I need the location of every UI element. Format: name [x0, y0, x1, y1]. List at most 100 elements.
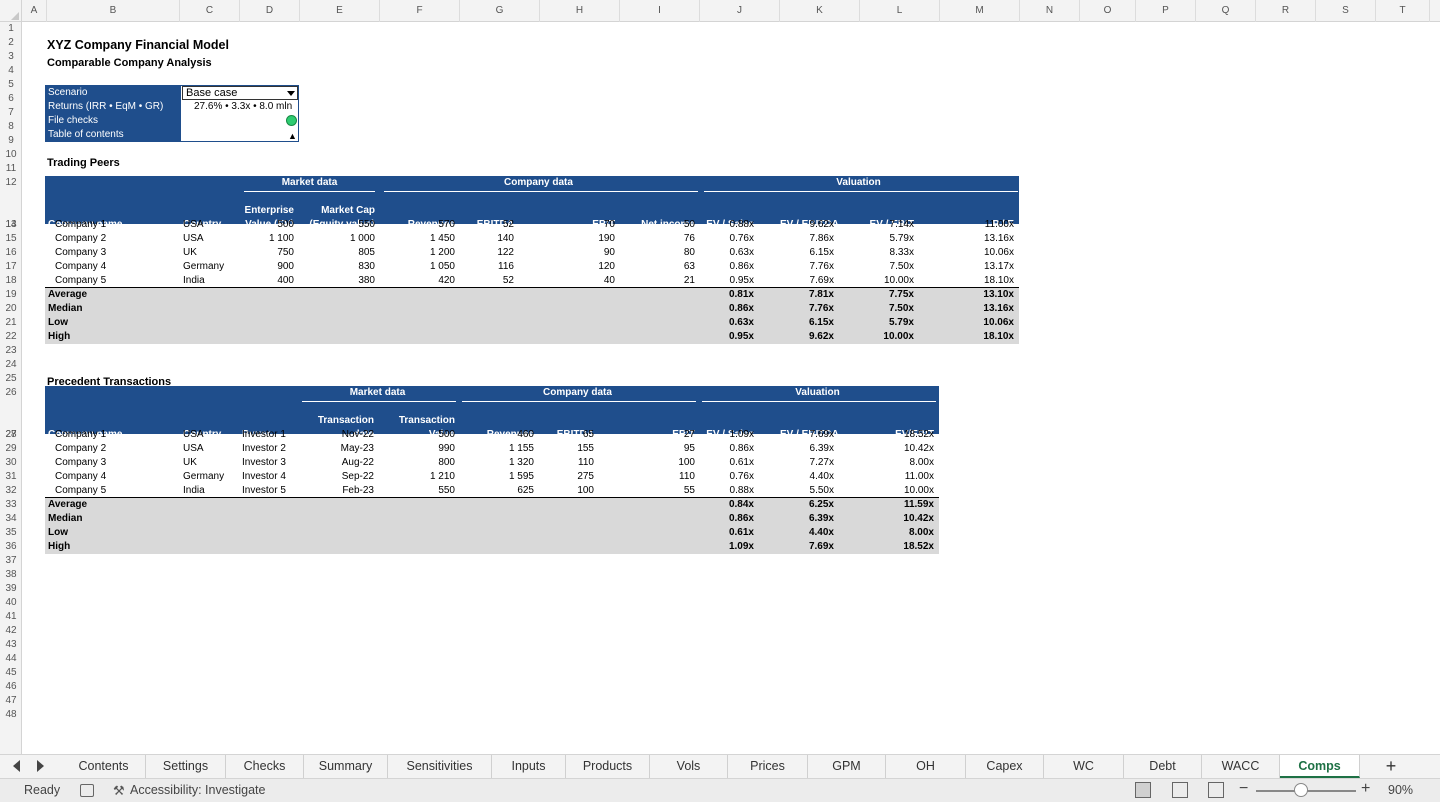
column-header[interactable]: D [240, 0, 300, 22]
row-header[interactable]: 11 [0, 162, 21, 176]
row-header[interactable]: 17 [0, 260, 21, 274]
row-header[interactable]: 37 [0, 554, 21, 568]
row-header[interactable]: 29 [0, 442, 21, 456]
sheet-tab-oh[interactable]: OH [886, 755, 966, 778]
sheet-tab-comps[interactable]: Comps [1280, 755, 1360, 778]
row-header[interactable]: 44 [0, 652, 21, 666]
row-header[interactable]: 45 [0, 666, 21, 680]
row-header[interactable]: 25 [0, 372, 21, 386]
column-header[interactable]: Q [1196, 0, 1256, 22]
row-header[interactable]: 48 [0, 708, 21, 722]
zoom-slider-thumb[interactable] [1294, 783, 1308, 797]
row-header[interactable]: 23 [0, 344, 21, 358]
dropdown-arrow-icon[interactable] [287, 91, 295, 96]
sheet-tab-settings[interactable]: Settings [146, 755, 226, 778]
row-header[interactable]: 47 [0, 694, 21, 708]
sheet-tab-products[interactable]: Products [566, 755, 650, 778]
scenario-dropdown[interactable]: Base case [182, 86, 298, 100]
row-header[interactable]: 18 [0, 274, 21, 288]
row-header[interactable]: 9 [0, 134, 21, 148]
worksheet-grid[interactable]: XYZ Company Financial Model Comparable C… [22, 22, 1440, 754]
row-header[interactable]: 32 [0, 484, 21, 498]
sheet-tab-gpm[interactable]: GPM [808, 755, 886, 778]
sheet-tab-prices[interactable]: Prices [728, 755, 808, 778]
row-header[interactable]: 39 [0, 582, 21, 596]
accessibility-icon[interactable]: ⚒ [113, 783, 125, 799]
row-header[interactable]: 2 [0, 36, 21, 50]
row-header[interactable]: 38 [0, 568, 21, 582]
row-header[interactable]: 36 [0, 540, 21, 554]
sheet-tab-sensitivities[interactable]: Sensitivities [388, 755, 492, 778]
sheet-tab-capex[interactable]: Capex [966, 755, 1044, 778]
column-header[interactable]: E [300, 0, 380, 22]
column-header[interactable]: J [700, 0, 780, 22]
column-header[interactable]: C [180, 0, 240, 22]
column-header[interactable]: M [940, 0, 1020, 22]
row-header[interactable]: 24 [0, 358, 21, 372]
row-header[interactable]: 6 [0, 92, 21, 106]
add-sheet-icon[interactable]: + [1380, 755, 1402, 778]
row-header[interactable]: 22 [0, 330, 21, 344]
zoom-level[interactable]: 90% [1388, 783, 1413, 797]
row-header[interactable]: 16 [0, 246, 21, 260]
row-header[interactable]: 8 [0, 120, 21, 134]
zoom-in-icon[interactable]: + [1361, 780, 1370, 798]
row-header[interactable]: 35 [0, 526, 21, 540]
sheet-tab-summary[interactable]: Summary [304, 755, 388, 778]
macro-record-icon[interactable] [80, 784, 94, 797]
row-header[interactable]: 7 [0, 106, 21, 120]
column-header[interactable]: O [1080, 0, 1136, 22]
column-header[interactable]: P [1136, 0, 1196, 22]
column-header[interactable]: H [540, 0, 620, 22]
column-header[interactable]: T [1376, 0, 1430, 22]
row-header[interactable]: 28 [0, 428, 21, 442]
row-header[interactable]: 3 [0, 50, 21, 64]
row-header[interactable]: 31 [0, 470, 21, 484]
row-header[interactable]: 43 [0, 638, 21, 652]
sheet-tab-checks[interactable]: Checks [226, 755, 304, 778]
column-header[interactable]: G [460, 0, 540, 22]
accessibility-status[interactable]: Accessibility: Investigate [130, 783, 265, 797]
row-header[interactable]: 40 [0, 596, 21, 610]
sheet-tab-wacc[interactable]: WACC [1202, 755, 1280, 778]
sheet-tab-debt[interactable]: Debt [1124, 755, 1202, 778]
column-header[interactable]: K [780, 0, 860, 22]
page-layout-view-icon[interactable] [1172, 782, 1188, 798]
column-header[interactable]: N [1020, 0, 1080, 22]
zoom-out-icon[interactable]: − [1239, 780, 1248, 798]
row-header[interactable]: 1 [0, 22, 21, 36]
row-header[interactable]: 14 [0, 218, 21, 232]
page-break-view-icon[interactable] [1208, 782, 1224, 798]
sheet-tab-contents[interactable]: Contents [62, 755, 146, 778]
next-sheet-icon[interactable] [37, 760, 44, 772]
select-all-corner[interactable] [0, 0, 22, 22]
prev-sheet-icon[interactable] [13, 760, 20, 772]
row-header[interactable]: 4 [0, 64, 21, 78]
row-header[interactable]: 26 [0, 386, 21, 400]
column-header[interactable]: R [1256, 0, 1316, 22]
normal-view-icon[interactable] [1135, 782, 1151, 798]
row-header[interactable]: 33 [0, 498, 21, 512]
column-header[interactable]: I [620, 0, 700, 22]
row-header[interactable]: 19 [0, 288, 21, 302]
sheet-tab-wc[interactable]: WC [1044, 755, 1124, 778]
column-header[interactable]: B [47, 0, 180, 22]
row-header[interactable]: 15 [0, 232, 21, 246]
column-header[interactable]: A [22, 0, 47, 22]
column-header[interactable]: F [380, 0, 460, 22]
row-header[interactable]: 42 [0, 624, 21, 638]
row-header[interactable]: 5 [0, 78, 21, 92]
column-header[interactable]: S [1316, 0, 1376, 22]
row-header[interactable]: 41 [0, 610, 21, 624]
row-header[interactable]: 10 [0, 148, 21, 162]
sheet-tab-inputs[interactable]: Inputs [492, 755, 566, 778]
toc-link-icon[interactable]: ▲ [288, 131, 297, 141]
row-header[interactable]: 46 [0, 680, 21, 694]
sheet-tab-vols[interactable]: Vols [650, 755, 728, 778]
row-header[interactable]: 34 [0, 512, 21, 526]
row-header[interactable]: 30 [0, 456, 21, 470]
column-header[interactable]: L [860, 0, 940, 22]
row-header[interactable]: 21 [0, 316, 21, 330]
row-header[interactable]: 20 [0, 302, 21, 316]
row-header[interactable]: 12 [0, 176, 21, 190]
